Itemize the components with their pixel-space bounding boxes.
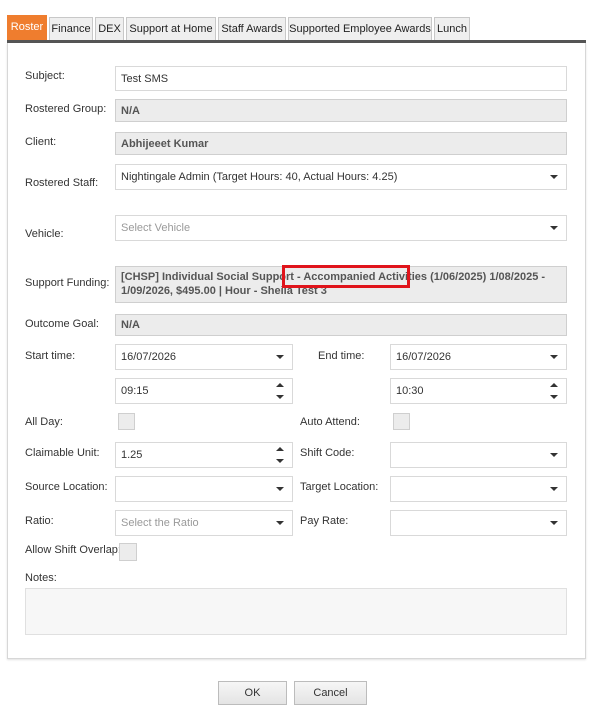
vehicle-label: Vehicle: xyxy=(25,228,64,240)
shift-code-label: Shift Code: xyxy=(300,447,355,459)
chevron-down-icon xyxy=(276,521,284,525)
chevron-down-icon xyxy=(550,487,558,491)
end-date-value: 16/07/2026 xyxy=(396,351,452,363)
tab-finance[interactable]: Finance xyxy=(49,17,93,40)
claimable-unit-label: Claimable Unit: xyxy=(25,447,100,459)
cancel-button[interactable]: Cancel xyxy=(294,681,367,705)
end-date-picker[interactable]: 16/07/2026 xyxy=(390,344,567,370)
rostered-group-label: Rostered Group: xyxy=(25,103,107,115)
tab-roster[interactable]: Roster xyxy=(7,15,47,40)
client-value: Abhijeeet Kumar xyxy=(121,137,209,150)
start-date-value: 16/07/2026 xyxy=(121,351,177,363)
target-location-select[interactable] xyxy=(390,476,567,502)
start-time-spinner[interactable]: 09:15 xyxy=(115,378,293,404)
subject-input[interactable]: Test SMS xyxy=(115,66,567,91)
ok-button[interactable]: OK xyxy=(218,681,287,705)
end-time-value: 10:30 xyxy=(396,385,424,397)
spinner-arrows-icon[interactable] xyxy=(276,447,284,463)
tab-staff-awards[interactable]: Staff Awards xyxy=(218,17,286,40)
tab-lunch[interactable]: Lunch xyxy=(434,17,470,40)
pay-rate-label: Pay Rate: xyxy=(300,515,349,527)
tab-dex[interactable]: DEX xyxy=(95,17,124,40)
start-date-picker[interactable]: 16/07/2026 xyxy=(115,344,293,370)
shift-code-select[interactable] xyxy=(390,442,567,468)
chevron-down-icon xyxy=(550,355,558,359)
tab-supported-employee-awards[interactable]: Supported Employee Awards xyxy=(288,17,432,40)
chevron-down-icon xyxy=(276,355,284,359)
target-location-label: Target Location: xyxy=(300,481,379,493)
outcome-goal-field: N/A xyxy=(115,314,567,336)
tab-support-at-home[interactable]: Support at Home xyxy=(126,17,216,40)
subject-label: Subject: xyxy=(25,70,65,82)
all-day-label: All Day: xyxy=(25,416,63,428)
auto-attend-checkbox[interactable] xyxy=(393,413,410,430)
notes-label: Notes: xyxy=(25,572,57,584)
ratio-placeholder: Select the Ratio xyxy=(121,517,199,529)
allow-shift-overlap-checkbox[interactable] xyxy=(119,543,137,561)
start-time-label: Start time: xyxy=(25,350,76,362)
notes-textarea[interactable] xyxy=(25,588,567,635)
source-location-label: Source Location: xyxy=(25,481,108,493)
ratio-select[interactable]: Select the Ratio xyxy=(115,510,293,536)
claimable-unit-spinner[interactable]: 1.25 xyxy=(115,442,293,468)
rostered-group-value: N/A xyxy=(121,104,140,117)
end-time-label: End time: xyxy=(318,350,365,362)
start-time-value: 09:15 xyxy=(121,385,149,397)
client-field: Abhijeeet Kumar xyxy=(115,132,567,155)
outcome-goal-value: N/A xyxy=(121,319,140,331)
chevron-down-icon xyxy=(550,226,558,230)
chevron-down-icon xyxy=(550,175,558,179)
end-time-spinner[interactable]: 10:30 xyxy=(390,378,567,404)
rostered-group-field: N/A xyxy=(115,99,567,122)
pay-rate-select[interactable] xyxy=(390,510,567,536)
spinner-arrows-icon[interactable] xyxy=(550,383,558,399)
allow-shift-overlap-label: Allow Shift Overlap: xyxy=(25,544,121,556)
source-location-select[interactable] xyxy=(115,476,293,502)
chevron-down-icon xyxy=(550,453,558,457)
claimable-unit-value: 1.25 xyxy=(121,449,143,461)
rostered-staff-select[interactable]: Nightingale Admin (Target Hours: 40, Act… xyxy=(115,164,567,190)
vehicle-select[interactable]: Select Vehicle xyxy=(115,215,567,241)
highlight-box xyxy=(282,265,410,288)
rostered-staff-value: Nightingale Admin (Target Hours: 40, Act… xyxy=(121,171,398,183)
support-funding-label: Support Funding: xyxy=(25,277,110,289)
all-day-checkbox[interactable] xyxy=(118,413,135,430)
auto-attend-label: Auto Attend: xyxy=(300,416,360,428)
spinner-arrows-icon[interactable] xyxy=(276,383,284,399)
vehicle-placeholder: Select Vehicle xyxy=(121,222,191,234)
chevron-down-icon xyxy=(276,487,284,491)
ratio-label: Ratio: xyxy=(25,515,54,527)
client-label: Client: xyxy=(25,136,57,148)
subject-value: Test SMS xyxy=(121,72,169,85)
outcome-goal-label: Outcome Goal: xyxy=(25,318,99,330)
tab-bar: Roster Finance DEX Support at Home Staff… xyxy=(7,15,586,44)
rostered-staff-label: Rostered Staff: xyxy=(25,177,99,189)
chevron-down-icon xyxy=(550,521,558,525)
